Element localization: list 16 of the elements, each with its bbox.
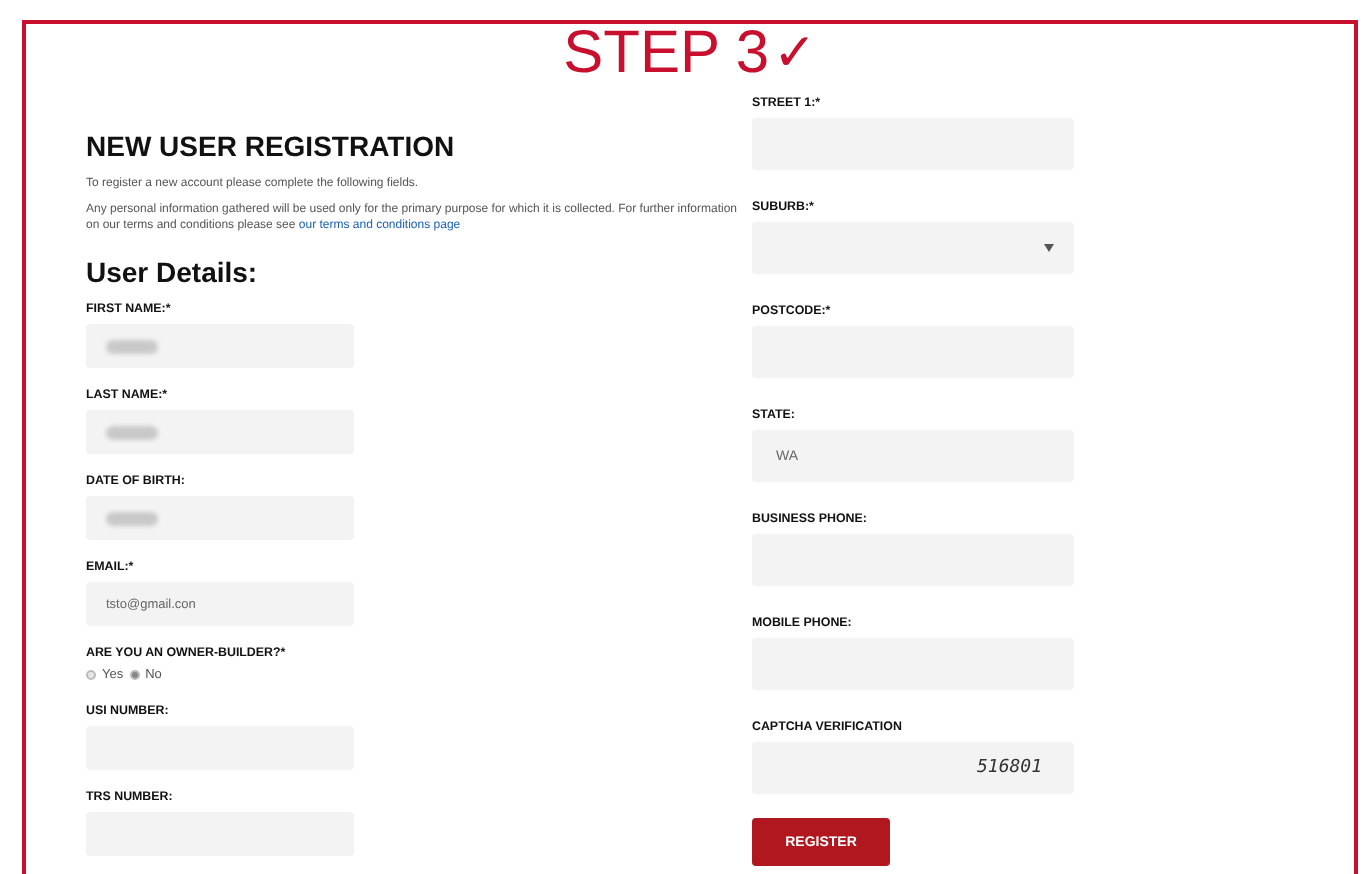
caret-icon bbox=[1044, 244, 1054, 252]
step-title: STEP 3 bbox=[563, 24, 770, 84]
input-field[interactable] bbox=[86, 410, 354, 454]
select-field[interactable] bbox=[752, 222, 1074, 274]
input-field[interactable] bbox=[86, 496, 354, 540]
section-heading: User Details: bbox=[86, 256, 260, 288]
redaction-smudge bbox=[106, 511, 158, 525]
check-mark: ✓ bbox=[773, 24, 817, 84]
captcha-field[interactable]: 516801 bbox=[752, 742, 1074, 794]
captcha-code: 516801 bbox=[976, 758, 1042, 778]
redaction-smudge bbox=[106, 425, 158, 439]
radio-button[interactable] bbox=[86, 669, 96, 679]
page-heading: NEW USER REGISTRATION bbox=[86, 130, 457, 162]
redaction-smudge bbox=[106, 339, 158, 353]
radio-button[interactable] bbox=[129, 669, 140, 679]
input-field[interactable] bbox=[86, 324, 354, 368]
